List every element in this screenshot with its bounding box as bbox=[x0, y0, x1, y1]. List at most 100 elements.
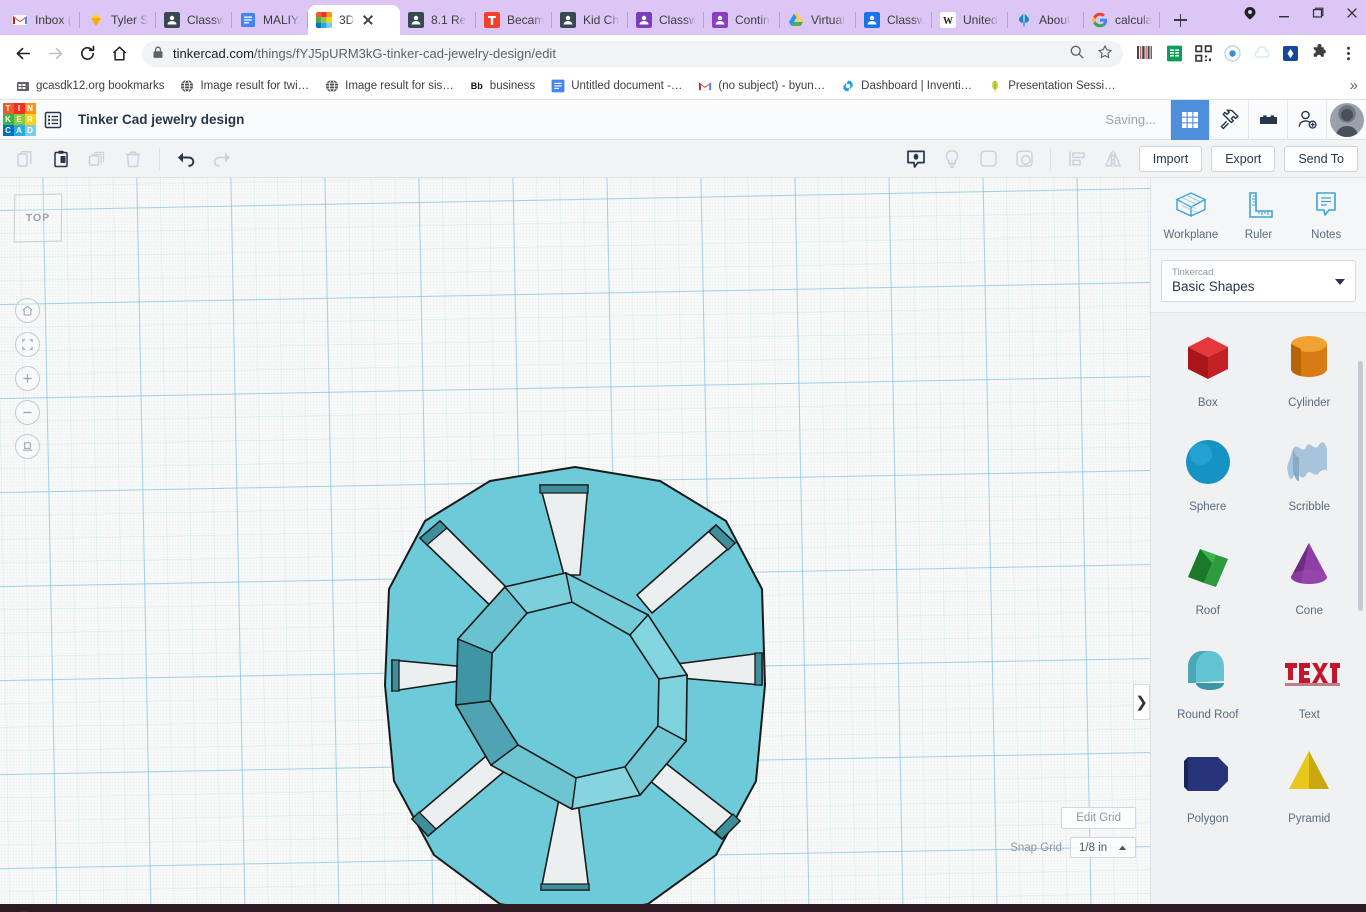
browser-tab-3d-active[interactable]: 3D bbox=[308, 5, 400, 35]
browser-tab-7[interactable]: Kid Ch bbox=[552, 5, 628, 35]
maximize-icon[interactable] bbox=[1310, 5, 1326, 21]
bookmark-item-7[interactable]: Presentation Sessi… bbox=[982, 76, 1121, 96]
browser-tab-0[interactable]: Inbox ( bbox=[4, 5, 80, 35]
browser-tab-12[interactable]: W United bbox=[932, 5, 1008, 35]
project-list-icon[interactable] bbox=[38, 100, 68, 140]
page-title[interactable]: Tinker Cad jewelry design bbox=[78, 112, 244, 127]
ruler-tool[interactable]: Ruler bbox=[1225, 190, 1293, 241]
browser-tab-2[interactable]: Classw bbox=[156, 5, 232, 35]
snap-grid-select[interactable]: 1/8 in bbox=[1070, 837, 1136, 858]
cloud-extension-icon[interactable] bbox=[1251, 44, 1271, 64]
view-cube[interactable]: TOP bbox=[13, 193, 63, 243]
shape-item-round-roof[interactable]: Round Roof bbox=[1157, 639, 1259, 721]
puzzle-extensions-icon[interactable] bbox=[1309, 44, 1329, 64]
shape-label: Roof bbox=[1195, 605, 1220, 617]
minimize-icon[interactable] bbox=[1276, 5, 1292, 21]
browser-tab-9[interactable]: Contin bbox=[704, 5, 780, 35]
bookmark-star-icon[interactable] bbox=[1097, 44, 1113, 63]
shape-item-pyramid[interactable]: Pyramid bbox=[1259, 743, 1361, 825]
shape-item-text[interactable]: Text bbox=[1259, 639, 1361, 721]
bookmarks-overflow-button[interactable]: » bbox=[1350, 77, 1358, 94]
barcode-extension-icon[interactable] bbox=[1135, 44, 1155, 64]
toolbar-divider bbox=[159, 147, 160, 170]
reload-button[interactable] bbox=[72, 39, 102, 69]
tab-label: calcula bbox=[1115, 13, 1152, 27]
jewelry-model[interactable] bbox=[0, 178, 1150, 904]
ruler-icon bbox=[1242, 190, 1276, 223]
qr-code-extension-icon[interactable] bbox=[1193, 44, 1213, 64]
close-icon[interactable] bbox=[1344, 5, 1360, 21]
tinkercad-red-icon bbox=[484, 12, 500, 28]
shape-item-box[interactable]: Box bbox=[1157, 327, 1259, 409]
bookmark-item-5[interactable]: (no subject) - byun… bbox=[692, 76, 831, 96]
fit-to-view-icon[interactable] bbox=[15, 332, 40, 357]
browser-tab-3[interactable]: MALIYA bbox=[232, 5, 308, 35]
bookmark-item-0[interactable]: gcasdk12.org bookmarks bbox=[10, 76, 170, 96]
bookmark-item-6[interactable]: Dashboard | Inventi… bbox=[835, 76, 978, 96]
shape-label: Sphere bbox=[1189, 501, 1227, 513]
shape-list[interactable]: Box Cylinder Sphere Scribble Roof Cone R… bbox=[1151, 313, 1366, 904]
shapes-scrollbar[interactable] bbox=[1358, 361, 1363, 611]
tinkercad-logo[interactable]: T I N K E R C A D bbox=[0, 100, 38, 140]
comment-icon[interactable] bbox=[899, 144, 933, 174]
shape-item-sphere[interactable]: Sphere bbox=[1157, 431, 1259, 513]
bookmark-item-1[interactable]: Image result for twi… bbox=[174, 76, 315, 96]
browser-tab-14[interactable]: calcula bbox=[1084, 5, 1160, 35]
import-button[interactable]: Import bbox=[1138, 145, 1203, 172]
browser-tab-5[interactable]: 8.1 Re bbox=[400, 5, 476, 35]
grammar-extension-icon[interactable] bbox=[1280, 44, 1300, 64]
docs-icon bbox=[551, 79, 565, 93]
tab-label: Classw bbox=[887, 13, 924, 27]
notes-tool[interactable]: Notes bbox=[1292, 190, 1360, 241]
folder-icon bbox=[16, 79, 30, 93]
library-select-wrap: Tinkercad Basic Shapes bbox=[1151, 250, 1366, 313]
home-view-icon[interactable] bbox=[15, 298, 40, 323]
profile-icon[interactable] bbox=[1242, 5, 1258, 21]
home-button[interactable] bbox=[104, 39, 134, 69]
orthographic-icon[interactable] bbox=[15, 434, 40, 459]
shape-item-polygon[interactable]: Polygon bbox=[1157, 743, 1259, 825]
shape-item-cone[interactable]: Cone bbox=[1259, 535, 1361, 617]
browser-tab-8[interactable]: Classw bbox=[628, 5, 704, 35]
browser-tab-10[interactable]: Virtual bbox=[780, 5, 856, 35]
add-person-icon[interactable] bbox=[1287, 99, 1326, 140]
browser-tab-6[interactable]: Becam bbox=[476, 5, 552, 35]
shape-item-cylinder[interactable]: Cylinder bbox=[1259, 327, 1361, 409]
back-button[interactable] bbox=[8, 39, 38, 69]
bookmark-label: gcasdk12.org bookmarks bbox=[36, 79, 165, 92]
record-extension-icon[interactable] bbox=[1222, 44, 1242, 64]
shape-item-scribble[interactable]: Scribble bbox=[1259, 431, 1361, 513]
browser-tab-1[interactable]: Tyler S bbox=[80, 5, 156, 35]
classroom-icon bbox=[560, 12, 576, 28]
undo-icon[interactable] bbox=[169, 144, 203, 174]
browser-tab-11[interactable]: Classw bbox=[856, 5, 932, 35]
address-bar[interactable]: tinkercad.com/things/fYJ5pURM3kG-tinker-… bbox=[142, 40, 1123, 67]
logo-letter-r: R bbox=[24, 114, 36, 125]
edit-grid-button[interactable]: Edit Grid bbox=[1061, 807, 1136, 829]
hammer-learn-icon[interactable] bbox=[1209, 99, 1248, 140]
browser-tab-13[interactable]: About bbox=[1008, 5, 1084, 35]
blocks-gallery-icon[interactable] bbox=[1248, 99, 1287, 140]
send-to-button[interactable]: Send To bbox=[1284, 145, 1358, 172]
zoom-in-icon[interactable] bbox=[15, 366, 40, 391]
bookmark-item-3[interactable]: Bb business bbox=[464, 76, 541, 96]
3d-viewport[interactable]: TOP ❯ Edit Grid Snap Grid 1/8 in bbox=[0, 178, 1150, 904]
bookmark-item-4[interactable]: Untitled document -… bbox=[545, 76, 688, 96]
tab-label: Tyler S bbox=[111, 13, 148, 27]
bookmark-item-2[interactable]: Image result for sis… bbox=[319, 76, 460, 96]
sheets-extension-icon[interactable] bbox=[1164, 44, 1184, 64]
avatar[interactable] bbox=[1326, 99, 1366, 140]
paste-icon[interactable] bbox=[44, 144, 78, 174]
export-button[interactable]: Export bbox=[1211, 145, 1276, 172]
zoom-out-icon[interactable] bbox=[15, 400, 40, 425]
new-tab-button[interactable] bbox=[1166, 6, 1194, 34]
search-icon[interactable] bbox=[1069, 44, 1085, 63]
shape-library-select[interactable]: Tinkercad Basic Shapes bbox=[1161, 260, 1356, 302]
close-icon[interactable] bbox=[361, 13, 375, 27]
snap-grid-value: 1/8 in bbox=[1079, 841, 1108, 854]
chrome-menu-icon[interactable] bbox=[1338, 44, 1358, 64]
chevron-right-icon[interactable]: ❯ bbox=[1133, 684, 1150, 720]
grid-apps-icon[interactable] bbox=[1170, 99, 1209, 140]
shape-item-roof[interactable]: Roof bbox=[1157, 535, 1259, 617]
workplane-tool[interactable]: Workplane bbox=[1157, 190, 1225, 241]
